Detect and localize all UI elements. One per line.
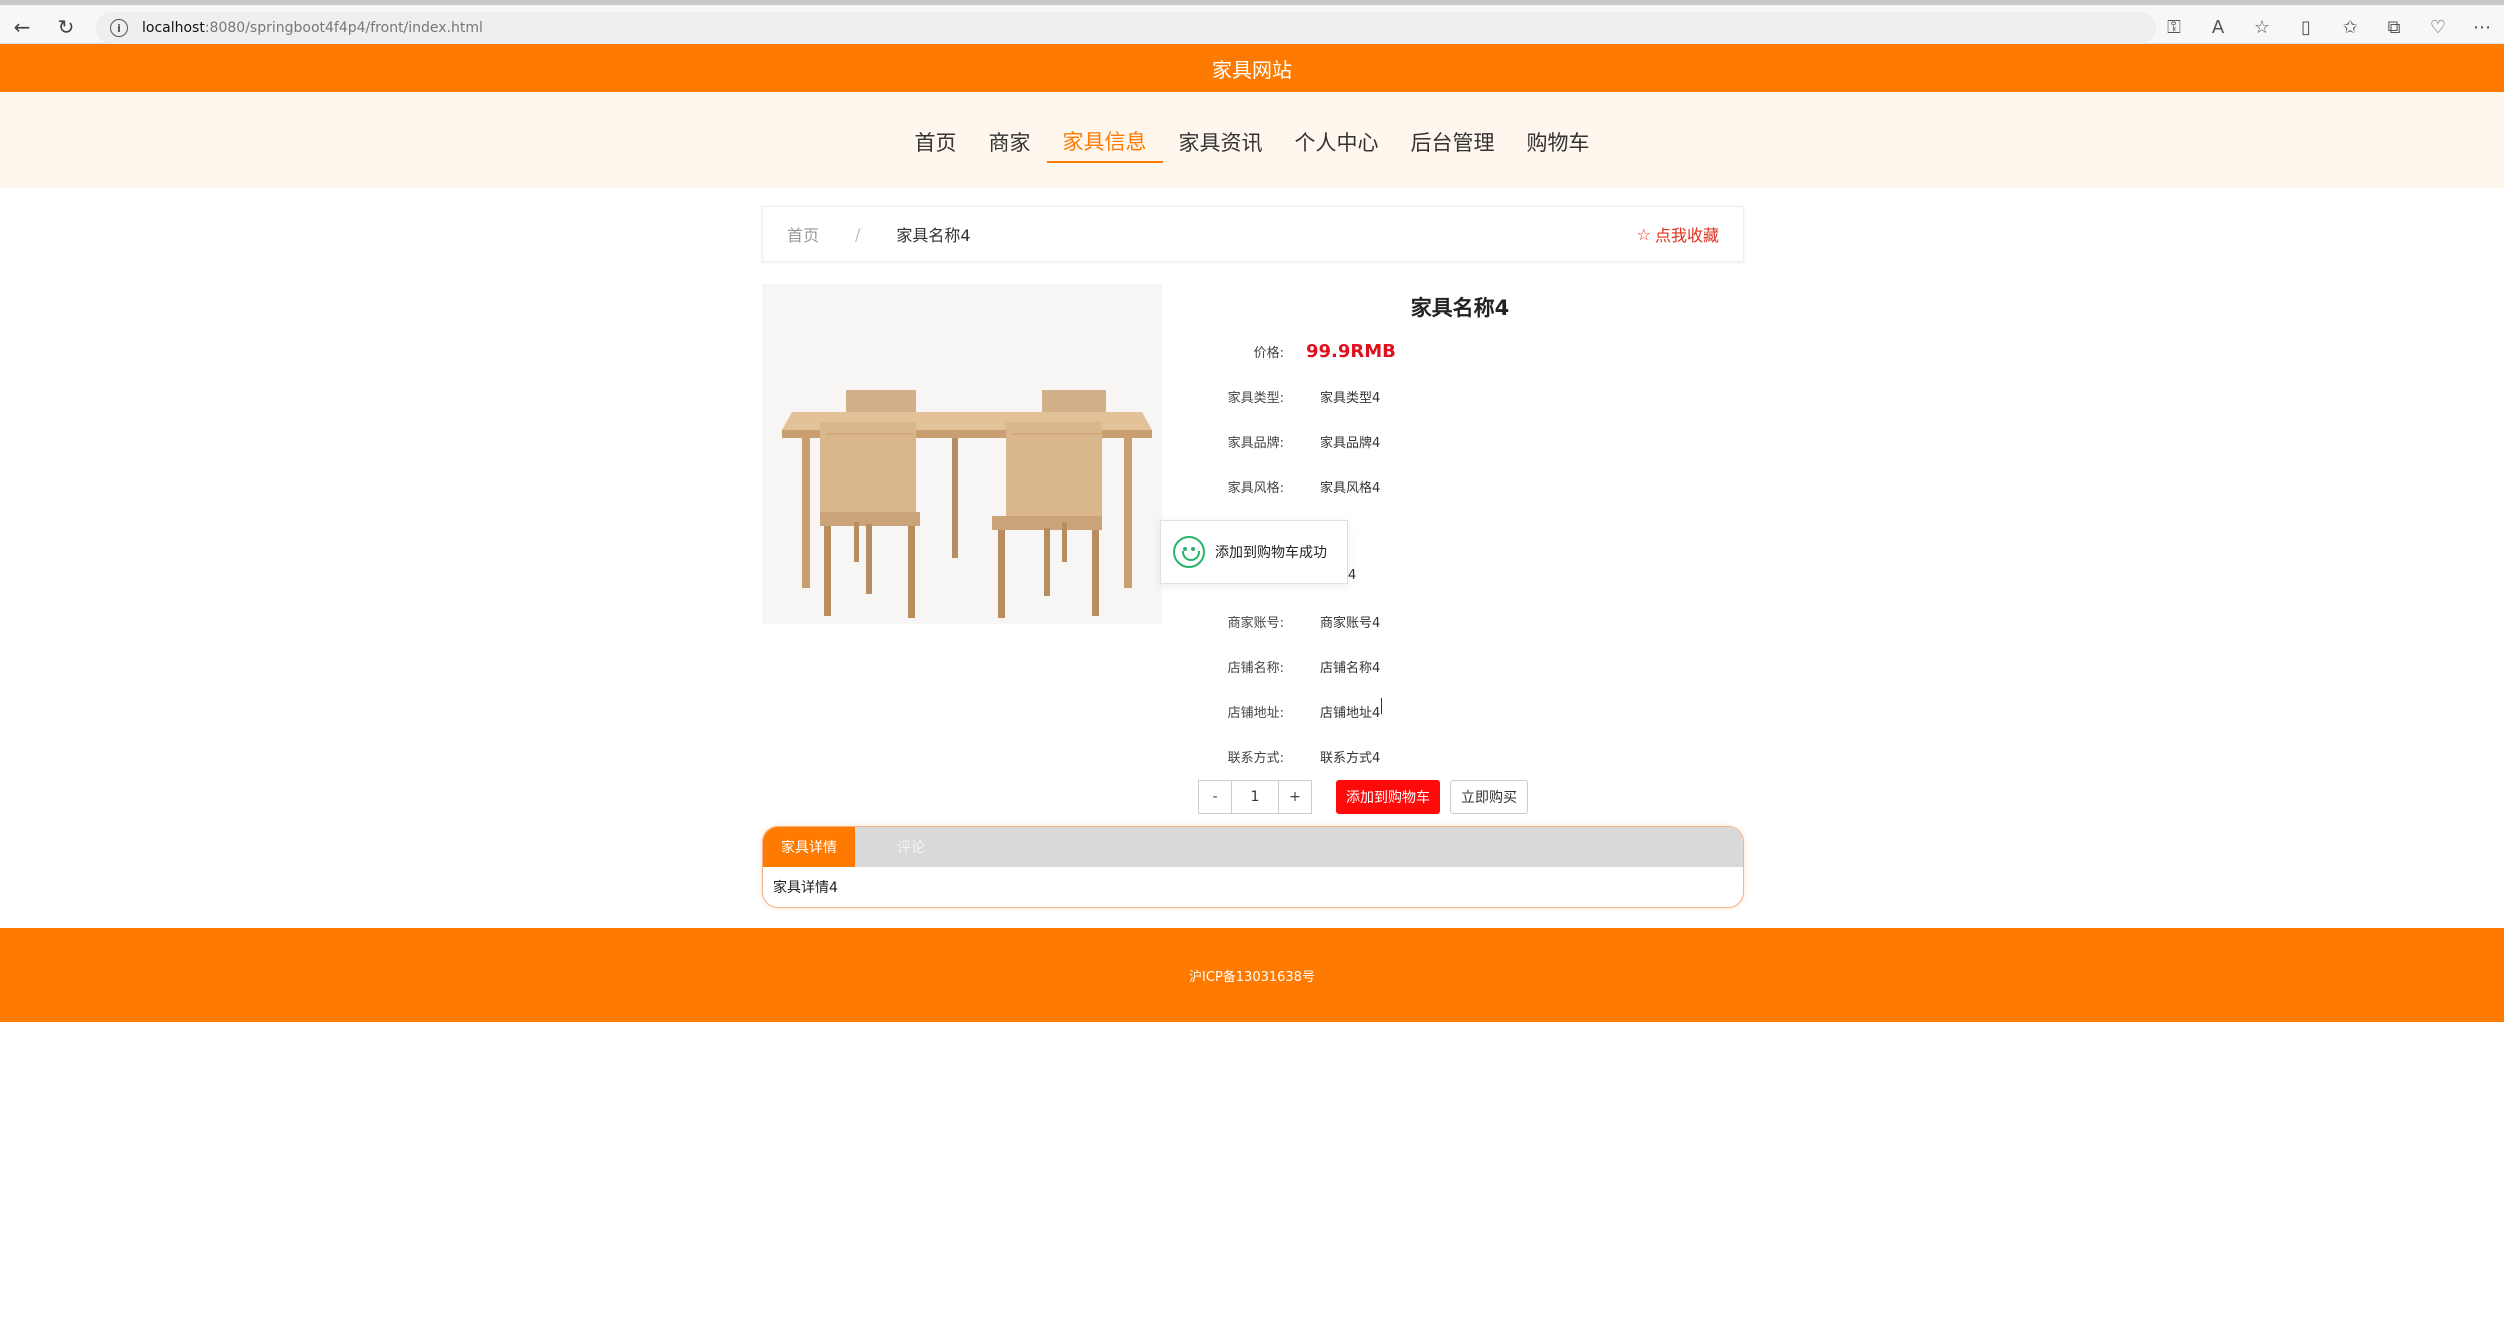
field-row: 店铺名称: 店铺名称4 — [1160, 651, 1660, 681]
site-info-icon[interactable]: i — [110, 19, 128, 37]
tab-comments[interactable]: 评论 — [865, 827, 957, 867]
tab-details[interactable]: 家具详情 — [763, 827, 855, 867]
text-cursor — [1381, 698, 1383, 714]
field-label: 店铺地址: — [1227, 705, 1284, 721]
nav-item-admin[interactable]: 后台管理 — [1395, 121, 1511, 163]
quantity-input[interactable]: 1 — [1232, 780, 1278, 814]
url-host: localhost — [142, 20, 205, 36]
buy-now-button[interactable]: 立即购买 — [1450, 780, 1528, 814]
nav-item-personal-center[interactable]: 个人中心 — [1279, 121, 1395, 163]
field-label: 家具类型: — [1227, 390, 1284, 406]
footer: 沪ICP备13031638号 — [0, 928, 2504, 1022]
favorite-button[interactable]: ☆ 点我收藏 — [1637, 222, 1719, 246]
read-aloud-icon[interactable]: A — [2204, 13, 2232, 41]
field-row: 家具类型: 家具类型4 — [1160, 381, 1660, 411]
browser-toolbar: ← ↻ i localhost:8080/springboot4f4p4/fro… — [0, 0, 2504, 44]
breadcrumb-current: 家具名称4 — [896, 226, 971, 245]
add-to-cart-button[interactable]: 添加到购物车 — [1336, 780, 1440, 814]
decrease-button[interactable]: - — [1198, 780, 1232, 814]
tab-header: 家具详情 评论 — [763, 827, 1743, 867]
tab-content: 家具详情4 — [773, 880, 838, 896]
url-path: :8080/springboot4f4p4/front/index.html — [204, 20, 483, 36]
favorite-star-icon[interactable]: ☆ — [2248, 13, 2276, 41]
obscured-field-value: 4 — [1348, 568, 1357, 583]
field-label: 商家账号: — [1227, 615, 1284, 631]
nav-item-furniture-info[interactable]: 家具信息 — [1046, 121, 1163, 163]
icp-record: 沪ICP备13031638号 — [1189, 969, 1315, 985]
back-arrow-icon[interactable]: ← — [8, 13, 36, 41]
field-value: 联系方式4 — [1320, 750, 1381, 766]
nav-item-cart[interactable]: 购物车 — [1511, 121, 1606, 163]
price-row: 价格: 99.9RMB — [1160, 336, 1660, 366]
reload-icon[interactable]: ↻ — [52, 13, 80, 41]
increase-button[interactable]: + — [1278, 780, 1312, 814]
breadcrumb: 首页 / 家具名称4 ☆ 点我收藏 — [762, 206, 1744, 262]
price-value: 99.9RMB — [1306, 340, 1396, 362]
smiley-icon — [1173, 536, 1205, 568]
field-value: 家具品牌4 — [1320, 435, 1381, 451]
more-menu-icon[interactable]: ⋯ — [2468, 13, 2496, 41]
field-label: 店铺名称: — [1227, 660, 1284, 676]
detail-tabs: 家具详情 评论 家具详情4 — [762, 826, 1744, 908]
field-value: 店铺地址4 — [1320, 705, 1381, 721]
price-label: 价格: — [1253, 345, 1284, 361]
favorites-list-icon[interactable]: ✩ — [2336, 13, 2364, 41]
site-title-bar: 家具网站 — [0, 44, 2504, 92]
field-label: 家具品牌: — [1227, 435, 1284, 451]
nav-item-home[interactable]: 首页 — [899, 121, 973, 163]
success-toast: 添加到购物车成功 — [1160, 520, 1348, 584]
dining-table-set-illustration — [762, 284, 1162, 624]
product-image — [762, 284, 1162, 624]
favorite-label: 点我收藏 — [1654, 226, 1719, 245]
main-nav: 首页 商家 家具信息 家具资讯 个人中心 后台管理 购物车 — [0, 92, 2504, 188]
field-label: 家具风格: — [1227, 480, 1284, 496]
browser-actions: ⚿ A ☆ ▯ ✩ ⧉ ♡ ⋯ — [2160, 13, 2496, 41]
field-value: 家具风格4 — [1320, 480, 1381, 496]
field-row: 联系方式: 联系方式4 — [1160, 741, 1660, 771]
field-row: 店铺地址: 店铺地址4 — [1160, 696, 1660, 726]
field-value: 店铺名称4 — [1320, 660, 1381, 676]
address-bar[interactable]: i localhost:8080/springboot4f4p4/front/i… — [96, 12, 2156, 44]
breadcrumb-home-link[interactable]: 首页 — [787, 222, 819, 246]
quantity-stepper: - 1 + — [1198, 780, 1312, 814]
field-value: 家具类型4 — [1320, 390, 1381, 406]
toast-message: 添加到购物车成功 — [1215, 545, 1327, 561]
nav-item-furniture-news[interactable]: 家具资讯 — [1163, 121, 1279, 163]
breadcrumb-separator: / — [855, 224, 861, 244]
nav-item-merchants[interactable]: 商家 — [973, 121, 1047, 163]
collections-icon[interactable]: ⧉ — [2380, 13, 2408, 41]
field-label: 联系方式: — [1227, 750, 1284, 766]
field-row: 家具品牌: 家具品牌4 — [1160, 426, 1660, 456]
key-icon[interactable]: ⚿ — [2160, 13, 2188, 41]
field-row: 家具风格: 家具风格4 — [1160, 471, 1660, 501]
split-screen-icon[interactable]: ▯ — [2292, 13, 2320, 41]
site-title: 家具网站 — [1212, 57, 1292, 82]
browser-essentials-icon[interactable]: ♡ — [2424, 13, 2452, 41]
star-outline-icon: ☆ — [1636, 224, 1651, 244]
product-name: 家具名称4 — [1410, 296, 1510, 320]
field-value: 商家账号4 — [1320, 615, 1381, 631]
field-row: 商家账号: 商家账号4 — [1160, 606, 1660, 636]
